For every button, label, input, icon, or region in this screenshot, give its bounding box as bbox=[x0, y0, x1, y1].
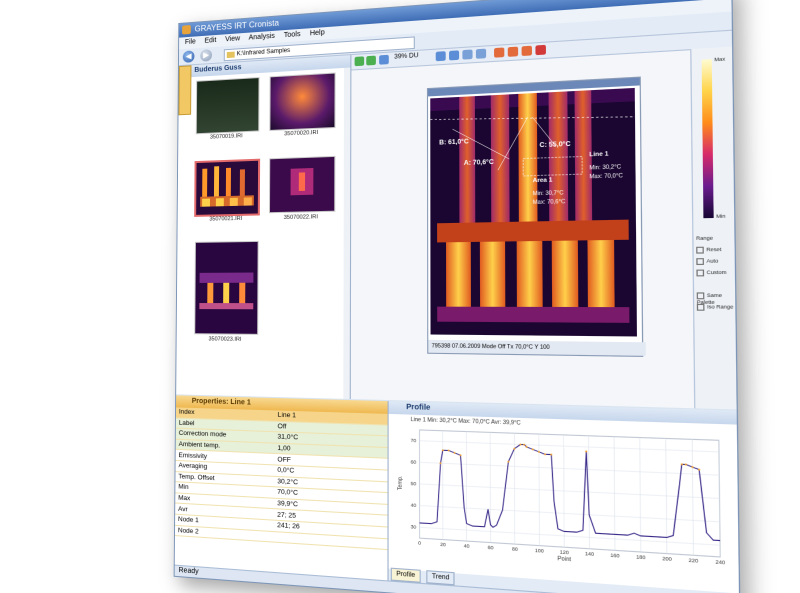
x-tick-label: 120 bbox=[560, 549, 570, 555]
x-tick-label: 80 bbox=[512, 546, 519, 552]
spot-c-label: C: 55,0°C bbox=[539, 141, 571, 150]
app-window: GRAYESS IRT Cronista File Edit View Anal… bbox=[173, 0, 741, 593]
y-axis-label: Temp. bbox=[397, 476, 404, 491]
x-tick-label: 200 bbox=[662, 556, 672, 563]
next-arrow-icon[interactable] bbox=[366, 55, 376, 66]
zoom-level[interactable]: 39% DU bbox=[394, 53, 418, 61]
back-arrow-icon[interactable]: ◀ bbox=[182, 50, 195, 63]
x-tick-label: 20 bbox=[440, 542, 446, 548]
scale-option-iso-range[interactable]: Iso Range bbox=[696, 303, 734, 311]
stage: GRAYESS IRT Cronista File Edit View Anal… bbox=[0, 0, 800, 593]
zoom-out-icon[interactable] bbox=[449, 50, 460, 61]
color-scale-bar[interactable] bbox=[701, 59, 714, 219]
profile-chart[interactable]: 30 40 50 60 70 0 20 40 60 80 100 120 140 160 180 200 220… bbox=[395, 425, 731, 586]
y-tick-label: 70 bbox=[411, 438, 417, 444]
option-label: Reset bbox=[706, 246, 722, 253]
thumbnail-4[interactable] bbox=[268, 155, 336, 214]
scale-option-custom[interactable]: Custom bbox=[696, 269, 727, 277]
thumbnail-3-selected[interactable] bbox=[194, 158, 261, 217]
scale-top: Max bbox=[714, 56, 726, 63]
fit-icon[interactable] bbox=[379, 54, 389, 65]
thumbnail-2[interactable] bbox=[269, 72, 336, 131]
area-title: Area 1 bbox=[532, 177, 553, 185]
image-status: 795398 07.06.2009 Mode Off Tx 70,0°C Y 1… bbox=[428, 339, 646, 356]
menu-help[interactable]: Help bbox=[310, 29, 325, 37]
forward-arrow-icon[interactable]: ▶ bbox=[200, 49, 213, 62]
spot-tool-icon[interactable] bbox=[494, 47, 505, 58]
y-tick-label: 60 bbox=[411, 459, 417, 465]
x-tick-label: 0 bbox=[418, 540, 421, 546]
menu-edit[interactable]: Edit bbox=[204, 37, 216, 45]
thermal-image-window: B: 61,0°C A: 70,6°C C: 55,0°C Area 1 Min… bbox=[426, 76, 646, 357]
menu-tools[interactable]: Tools bbox=[284, 31, 301, 39]
line-max: Max: 70,0°C bbox=[589, 172, 623, 181]
option-label: Custom bbox=[706, 269, 727, 276]
thumbnail-browser: Buderus Guss 35070019.IRI 35070020.IRI 3… bbox=[176, 55, 352, 400]
thumbnail-1[interactable] bbox=[195, 77, 260, 135]
line-tool-icon[interactable] bbox=[507, 46, 519, 57]
area-tool-icon[interactable] bbox=[521, 45, 533, 57]
spot-b-label: B: 61,0°C bbox=[439, 139, 469, 147]
browser-scrollbar[interactable] bbox=[343, 67, 351, 400]
x-tick-label: 100 bbox=[535, 547, 545, 553]
spot-a-label: A: 70,6°C bbox=[463, 159, 494, 168]
zoom-in-icon[interactable] bbox=[435, 51, 446, 62]
properties-table: Index Line 1 Label Off Correction mode 31,0°C… bbox=[174, 407, 388, 550]
profile-pane: Profile Line 1 Min: 30,2°C Max: 70,0°C A… bbox=[388, 401, 740, 593]
line-title: Line 1 bbox=[589, 151, 609, 159]
thumbnail-3-image bbox=[200, 166, 254, 207]
area-min: Min: 30,7°C bbox=[532, 190, 564, 198]
delete-icon[interactable] bbox=[535, 44, 546, 56]
menu-file[interactable]: File bbox=[185, 38, 196, 46]
x-tick-label: 40 bbox=[464, 543, 470, 549]
x-tick-label: 60 bbox=[488, 545, 494, 551]
x-tick-label: 140 bbox=[585, 551, 595, 557]
side-tab[interactable] bbox=[178, 65, 192, 116]
thumbnail-4-image bbox=[290, 167, 314, 196]
thermal-image[interactable]: B: 61,0°C A: 70,6°C C: 55,0°C Area 1 Min… bbox=[430, 87, 637, 337]
thumbnail-label: 35070022.IRI bbox=[283, 214, 318, 222]
plot-area bbox=[419, 430, 720, 557]
rotate-icon[interactable] bbox=[462, 49, 473, 60]
line-min: Min: 30,2°C bbox=[589, 164, 622, 172]
window-title: GRAYESS IRT Cronista bbox=[194, 18, 279, 34]
y-tick-label: 50 bbox=[411, 481, 417, 487]
option-label: Iso Range bbox=[706, 304, 734, 310]
x-tick-label: 240 bbox=[715, 559, 726, 566]
palette-icon[interactable] bbox=[475, 48, 487, 59]
x-tick-label: 180 bbox=[636, 554, 646, 561]
folder-icon bbox=[226, 51, 235, 59]
scale-pane: Max Min Range Reset Auto Custom Same Pal… bbox=[690, 46, 737, 410]
y-tick-label: 40 bbox=[411, 502, 417, 508]
menu-view[interactable]: View bbox=[225, 35, 240, 43]
x-tick-label: 160 bbox=[610, 552, 620, 558]
main-pane: 39% DU B: 61,0°C A: 70,6°C C: 55,0°C Are… bbox=[350, 30, 737, 410]
menu-analysis[interactable]: Analysis bbox=[249, 33, 275, 42]
area-max: Max: 70,6°C bbox=[532, 198, 566, 207]
thumbnail-label: 35070021.IRI bbox=[209, 215, 243, 223]
thumbnail-label: 35070023.IRI bbox=[208, 336, 242, 343]
address-path: K:\Infrared Samples bbox=[236, 47, 291, 58]
y-tick-label: 30 bbox=[411, 524, 417, 530]
scale-option-reset[interactable]: Reset bbox=[696, 246, 722, 254]
prev-arrow-icon[interactable] bbox=[354, 56, 365, 67]
thumbnail-5-image bbox=[199, 272, 254, 310]
x-axis-label: Point bbox=[557, 556, 571, 564]
x-tick-label: 220 bbox=[689, 557, 699, 564]
option-label: Auto bbox=[706, 258, 719, 265]
scale-option-auto[interactable]: Auto bbox=[696, 258, 719, 266]
scale-bottom: Min bbox=[716, 213, 726, 220]
properties-pane: Properties: Line 1 Index Line 1 Label Off Co… bbox=[174, 395, 389, 582]
thermal-image-drawing bbox=[430, 87, 637, 337]
thumbnail-5[interactable] bbox=[194, 240, 259, 335]
app-logo-icon bbox=[182, 25, 191, 35]
scale-range-label: Range bbox=[696, 235, 713, 242]
